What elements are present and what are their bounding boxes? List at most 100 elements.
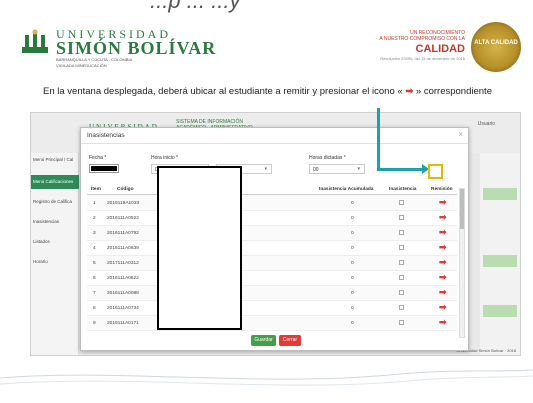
inasistencia-checkbox[interactable]	[399, 320, 404, 325]
row-item: 3	[93, 231, 96, 236]
row-acumulada: 0	[351, 261, 354, 266]
inasistencia-checkbox[interactable]	[399, 215, 404, 220]
row-codigo: 2016111A0088	[107, 291, 139, 296]
row-codigo: 2017111A0312	[107, 261, 139, 266]
remit-arrow-icon[interactable]: ➡	[439, 317, 447, 327]
callout-line	[377, 108, 380, 170]
save-button[interactable]: Guardar	[251, 335, 276, 346]
table-row: 2 2016111A0523 0 ➡	[87, 211, 457, 226]
row-codigo: 2016111A0171	[107, 321, 139, 326]
university-name-line2: SIMÓN BOLÍVAR	[56, 38, 217, 58]
row-item: 4	[93, 246, 96, 251]
chevron-down-icon: ▾	[264, 166, 267, 172]
quality-line2: A NUESTRO COMPROMISO CON LA	[379, 36, 465, 42]
horas-dictadas-label: Horas dictadas *	[309, 155, 346, 161]
table-row: 3 2016111A0792 0 ➡	[87, 226, 457, 241]
names-redacted-box	[157, 166, 242, 330]
modal-divider	[81, 143, 468, 144]
row-codigo: 2016111A0792	[107, 231, 139, 236]
row-codigo: 2016111A0523	[107, 216, 139, 221]
sidebar-item-horario[interactable]: Horario	[31, 255, 79, 269]
instruction-arrow-icon: ➡	[405, 86, 414, 97]
row-acumulada: 0	[351, 306, 354, 311]
table-row: 9 2016111A0171 0 ➡	[87, 316, 457, 331]
row-acumulada: 0	[351, 321, 354, 326]
sidebar-item-registro[interactable]: Registro de Califica	[31, 195, 79, 209]
horas-dictadas-select[interactable]: 00 ▾	[309, 164, 365, 174]
fecha-label: Fecha *	[89, 155, 107, 161]
horas-dictadas-value: 00	[313, 167, 319, 173]
col-codigo: Código	[117, 187, 134, 192]
inasistencia-checkbox[interactable]	[399, 260, 404, 265]
table-row: 1 2016119A1033 0 ➡	[87, 196, 457, 211]
quality-badge: UN RECONOCIMIENTO A NUESTRO COMPROMISO C…	[351, 22, 521, 72]
table-row: 4 2016111A0639 0 ➡	[87, 241, 457, 256]
close-icon[interactable]: ×	[458, 130, 463, 139]
quality-resolution: Resolución 23095, del 15 de diciembre de…	[380, 56, 465, 61]
remit-arrow-icon[interactable]: ➡	[439, 197, 447, 207]
chevron-down-icon: ▾	[357, 166, 360, 172]
hora-inicio-label: Hora inicio *	[151, 155, 178, 161]
fecha-redacted	[91, 166, 117, 171]
sidebar-item-inasistencias[interactable]: Inasistencias	[31, 215, 79, 229]
col-inasistencia: Inasistencia	[389, 187, 417, 192]
app-sidebar: Menú Principal / Cal Menú Calificaciones…	[31, 153, 79, 355]
row-item: 2	[93, 216, 96, 221]
instruction-part1: En la ventana desplegada, deberá ubicar …	[43, 86, 403, 97]
sidebar-item-menu-calificaciones[interactable]: Menú Calificaciones	[31, 175, 79, 189]
breadcrumb[interactable]: Menú Principal / Cal	[31, 153, 79, 167]
row-acumulada: 0	[351, 231, 354, 236]
callout-line	[377, 168, 427, 171]
seal-text: ALTA CALIDAD	[474, 40, 518, 46]
remit-arrow-icon[interactable]: ➡	[439, 287, 447, 297]
remit-arrow-icon[interactable]: ➡	[439, 302, 447, 312]
university-logo: UNIVERSIDAD SIMÓN BOLÍVAR BARRANQUILLA Y…	[20, 25, 215, 70]
university-emblem-icon	[22, 29, 48, 53]
row-item: 5	[93, 261, 96, 266]
col-item: Ítem	[91, 187, 101, 192]
remit-arrow-icon[interactable]: ➡	[439, 272, 447, 282]
remit-arrow-icon[interactable]: ➡	[439, 257, 447, 267]
col-acumulada: Inasistencia Acumulada	[319, 187, 374, 192]
remit-arrow-icon[interactable]: ➡	[439, 242, 447, 252]
inasistencias-modal: Inasistencias × Fecha * Hora inicio * 06…	[80, 127, 469, 351]
row-acumulada: 0	[351, 276, 354, 281]
fecha-input[interactable]	[89, 164, 119, 173]
green-block	[483, 305, 517, 317]
row-acumulada: 0	[351, 201, 354, 206]
table-row: 8 2016111A0734 0 ➡	[87, 301, 457, 316]
table-header: Ítem Código Nombres y Apellidos Inasiste…	[87, 186, 457, 195]
sidebar-item-listados[interactable]: Listados	[31, 235, 79, 249]
slide: ...p ... ...y UNIVERSIDAD SIMÓN BOLÍVAR …	[0, 0, 533, 403]
remit-arrow-icon[interactable]: ➡	[439, 227, 447, 237]
remit-highlight-box	[428, 164, 443, 179]
row-codigo: 2016111A0734	[107, 306, 139, 311]
row-acumulada: 0	[351, 291, 354, 296]
instruction-text: En la ventana desplegada, deberá ubicar …	[40, 86, 495, 98]
decorative-wave	[0, 369, 533, 386]
quality-line3: CALIDAD	[415, 43, 466, 55]
col-remision: Remisión	[431, 187, 453, 192]
table-row: 7 2016111A0088 0 ➡	[87, 286, 457, 301]
remit-arrow-icon[interactable]: ➡	[439, 212, 447, 222]
table-row: 5 2017111A0312 0 ➡	[87, 256, 457, 271]
row-item: 9	[93, 321, 96, 326]
inasistencia-checkbox[interactable]	[399, 200, 404, 205]
inasistencia-checkbox[interactable]	[399, 230, 404, 235]
table-row: 6 2016111A0622 0 ➡	[87, 271, 457, 286]
inasistencia-checkbox[interactable]	[399, 275, 404, 280]
row-item: 6	[93, 276, 96, 281]
inasistencia-checkbox[interactable]	[399, 305, 404, 310]
close-button[interactable]: Cerrar	[279, 335, 301, 346]
row-codigo: 2016111A0639	[107, 246, 139, 251]
app-user-label[interactable]: Usuario	[478, 121, 495, 127]
table-scrollbar[interactable]	[459, 188, 465, 338]
scrollbar-thumb[interactable]	[460, 189, 464, 229]
university-vigilada: VIGILADA MINEDUCACIÓN	[56, 63, 107, 68]
row-item: 7	[93, 291, 96, 296]
quality-seal-icon: ALTA CALIDAD	[471, 22, 521, 72]
app-right-panel	[480, 153, 520, 355]
inasistencia-checkbox[interactable]	[399, 245, 404, 250]
inasistencia-checkbox[interactable]	[399, 290, 404, 295]
green-block	[483, 255, 517, 267]
